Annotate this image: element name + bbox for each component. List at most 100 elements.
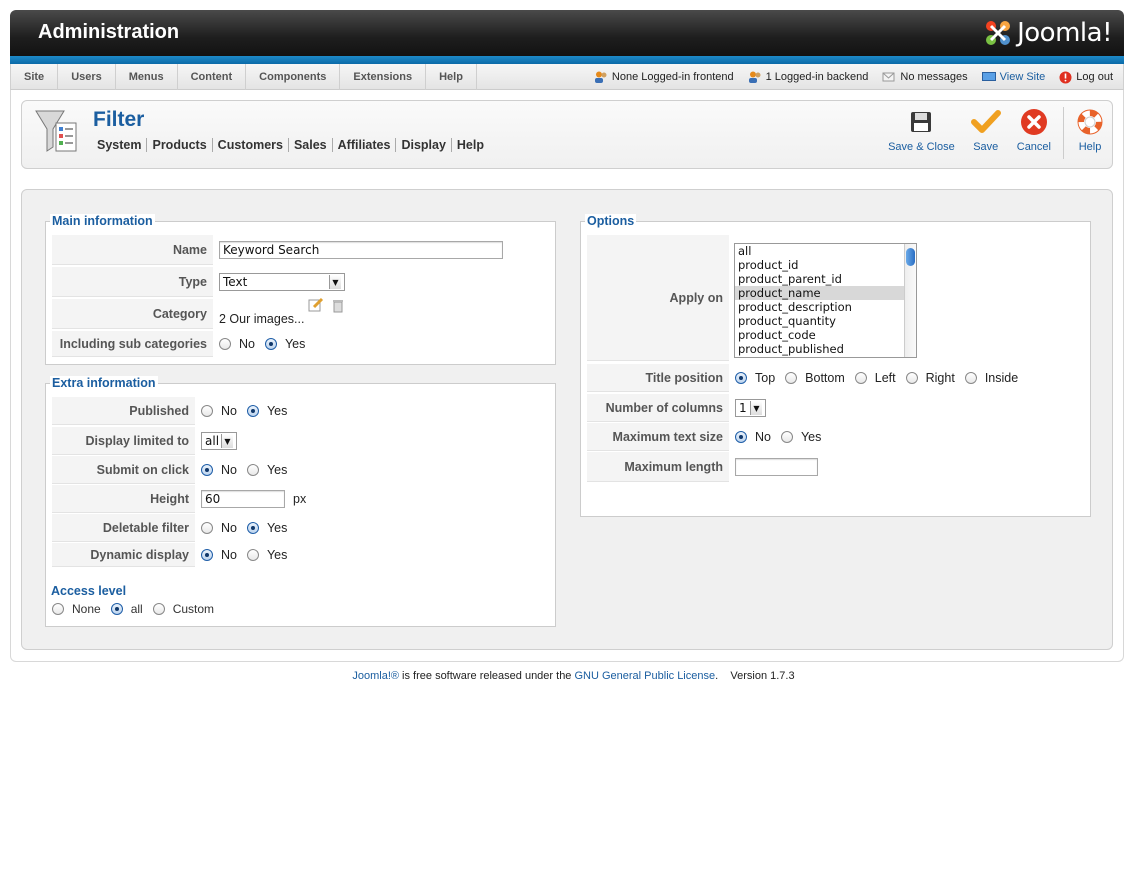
type-select[interactable]: Text ▼: [219, 273, 345, 291]
apply-on-option[interactable]: product_quantity: [735, 314, 916, 328]
apply-on-option[interactable]: product_published: [735, 342, 916, 356]
access-level-title: Access level: [51, 584, 127, 598]
apply-on-option[interactable]: product_parent_id: [735, 272, 916, 286]
view-site-link[interactable]: View Site: [981, 71, 1046, 83]
joomla-link[interactable]: Joomla!®: [352, 670, 399, 682]
options-fieldset: Options Apply on all product_id product_pa…: [580, 214, 1091, 517]
submenu-customers[interactable]: Customers: [211, 138, 288, 152]
menu-users[interactable]: Users: [58, 64, 116, 90]
published-no-radio[interactable]: [201, 405, 213, 417]
submenu-products[interactable]: Products: [146, 138, 211, 152]
save-button[interactable]: Save: [963, 107, 1009, 163]
max-text-yes-radio[interactable]: [780, 431, 793, 443]
delete-category-icon[interactable]: [332, 299, 344, 316]
dynamic-no-radio[interactable]: [201, 549, 213, 561]
access-all-radio[interactable]: [110, 603, 123, 615]
title-position-radio[interactable]: [785, 372, 798, 384]
submenu-sales[interactable]: Sales: [287, 138, 332, 152]
cancel-button[interactable]: Cancel: [1009, 107, 1059, 163]
status-bar: None Logged-in frontend 1 Logged-in back…: [580, 64, 1113, 90]
apply-on-listbox[interactable]: all product_id product_parent_id product_na…: [734, 243, 917, 358]
subcat-yes-radio[interactable]: [264, 338, 277, 350]
access-none-radio[interactable]: [52, 603, 64, 615]
edit-category-icon[interactable]: [308, 297, 324, 316]
title-position-option-label: Inside: [984, 371, 1019, 385]
toolbar-divider: [1063, 107, 1064, 159]
dynamic-yes-label: Yes: [266, 548, 288, 562]
max-text-no-radio[interactable]: [735, 431, 747, 443]
published-yes-label: Yes: [266, 404, 288, 418]
menu-extensions[interactable]: Extensions: [340, 64, 427, 90]
apply-on-option[interactable]: product_name: [735, 286, 916, 300]
apply-on-option[interactable]: product_code: [735, 328, 916, 342]
submenu-display[interactable]: Display: [395, 138, 450, 152]
deletable-no-radio[interactable]: [201, 522, 213, 534]
save-close-button[interactable]: Save & Close: [880, 107, 963, 163]
title-position-radio[interactable]: [854, 372, 867, 384]
header-strip: [10, 56, 1124, 64]
columns-select[interactable]: 1 ▼: [735, 399, 766, 417]
title-position-radio[interactable]: [735, 372, 747, 384]
type-select-value: Text: [223, 275, 248, 289]
max-text-size-label: Maximum text size: [587, 423, 729, 451]
title-position-option-label: Bottom: [805, 371, 845, 385]
title-position-radio[interactable]: [905, 372, 918, 384]
menu-help[interactable]: Help: [426, 64, 477, 90]
help-button[interactable]: Help: [1068, 107, 1112, 163]
deletable-yes-radio[interactable]: [246, 522, 259, 534]
main-information-legend: Main information: [50, 214, 155, 228]
extra-information-legend: Extra information: [50, 376, 158, 390]
extra-information-fieldset: Extra information Published No Yes Displ…: [45, 376, 556, 627]
help-label: Help: [1078, 141, 1102, 153]
name-input[interactable]: Keyword Search: [219, 241, 503, 259]
apply-on-option[interactable]: all: [735, 244, 916, 258]
display-limited-select[interactable]: all ▼: [201, 432, 237, 450]
columns-value: 1: [739, 401, 747, 415]
dropdown-arrow-icon: ▼: [329, 275, 341, 289]
max-length-label: Maximum length: [587, 452, 729, 482]
lifebuoy-icon: [1077, 109, 1103, 135]
logout-link[interactable]: Log out: [1059, 71, 1113, 84]
access-custom-radio[interactable]: [152, 603, 165, 615]
title-position-label: Title position: [587, 364, 729, 392]
height-input[interactable]: 60: [201, 490, 285, 508]
subcat-no-label: No: [239, 337, 255, 351]
published-label: Published: [52, 397, 195, 425]
max-text-no-label: No: [755, 430, 771, 444]
version-text: Version 1.7.3: [730, 670, 795, 682]
users-icon: [748, 71, 761, 83]
menu-menus[interactable]: Menus: [116, 64, 178, 90]
logout-text[interactable]: Log out: [1076, 71, 1113, 83]
apply-on-option[interactable]: product_id: [735, 258, 916, 272]
max-length-input[interactable]: [735, 458, 818, 476]
main-panel: Main information Name Keyword Search Typ…: [21, 189, 1113, 650]
deletable-filter-label: Deletable filter: [52, 514, 195, 542]
menu-components[interactable]: Components: [246, 64, 341, 90]
title-position-option-label: Left: [874, 371, 896, 385]
status-frontend: None Logged-in frontend: [594, 71, 734, 83]
view-site-text[interactable]: View Site: [1000, 71, 1046, 83]
submenu-help[interactable]: Help: [450, 138, 489, 152]
subcat-yes-label: Yes: [284, 337, 306, 351]
gpl-link[interactable]: GNU General Public License: [574, 670, 715, 682]
published-yes-radio[interactable]: [246, 405, 259, 417]
cancel-label: Cancel: [1016, 141, 1051, 153]
dynamic-display-label: Dynamic display: [52, 543, 195, 567]
scrollbar-thumb[interactable]: [906, 248, 915, 266]
submenu-affiliates[interactable]: Affiliates: [331, 138, 396, 152]
menu-site[interactable]: Site: [11, 64, 59, 90]
status-messages-text: No messages: [900, 71, 968, 83]
height-unit: px: [293, 492, 307, 506]
submenu-system[interactable]: System: [92, 138, 146, 152]
menu-content[interactable]: Content: [178, 64, 247, 90]
apply-on-scrollbar[interactable]: [904, 244, 916, 357]
subcat-no-radio[interactable]: [219, 338, 231, 350]
apply-on-option[interactable]: product_description: [735, 300, 916, 314]
component-submenu: System Products Customers Sales Affiliat…: [92, 138, 489, 152]
submit-no-radio[interactable]: [201, 464, 213, 476]
title-position-radio[interactable]: [964, 372, 977, 384]
dynamic-yes-radio[interactable]: [246, 549, 259, 561]
trash-icon: [333, 300, 344, 313]
submit-yes-radio[interactable]: [246, 464, 259, 476]
message-icon: [882, 72, 895, 82]
